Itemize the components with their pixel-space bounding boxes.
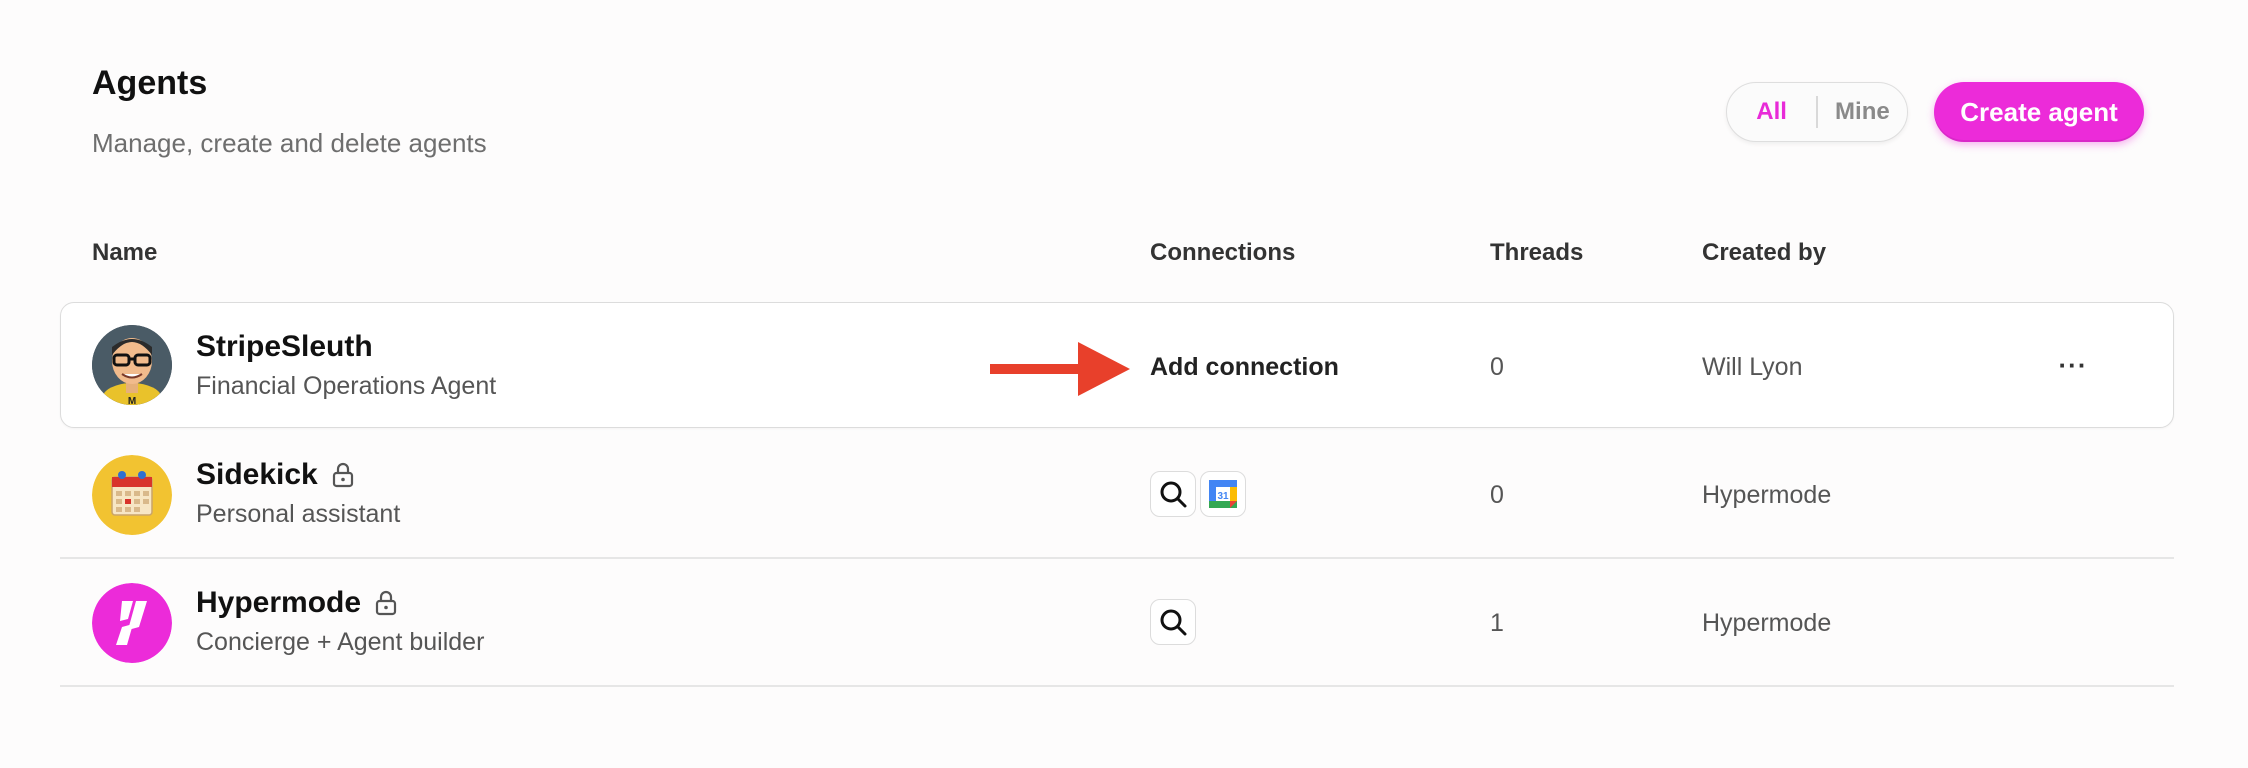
connection-google-calendar[interactable]: 31 — [1200, 471, 1246, 517]
agent-description: Concierge + Agent builder — [196, 628, 485, 656]
lock-icon — [332, 462, 353, 488]
stripesleuth-avatar: M — [92, 325, 172, 405]
created-by: Hypermode — [1702, 609, 1832, 637]
red-arrow-annotation — [990, 342, 1130, 396]
agent-name[interactable]: Hypermode — [196, 586, 397, 620]
lock-icon — [375, 590, 397, 616]
hypermode-avatar — [92, 583, 172, 663]
calendar-day-number: 31 — [1217, 491, 1229, 502]
svg-text:M: M — [128, 396, 136, 405]
filter-mine-button[interactable]: Mine — [1818, 98, 1907, 126]
connection-search[interactable] — [1150, 471, 1196, 517]
row-divider — [60, 557, 2174, 559]
created-by: Hypermode — [1702, 481, 1832, 509]
agent-description: Financial Operations Agent — [196, 372, 497, 400]
sidekick-avatar — [92, 455, 172, 535]
row-divider — [60, 685, 2174, 687]
page-subtitle: Manage, create and delete agents — [92, 128, 487, 158]
connection-search[interactable] — [1150, 599, 1196, 645]
column-header-threads: Threads — [1490, 239, 1584, 266]
filter-all-button[interactable]: All — [1727, 98, 1816, 126]
column-header-connections: Connections — [1150, 239, 1296, 266]
page-title: Agents — [92, 64, 208, 102]
agent-name-text[interactable]: StripeSleuth — [196, 330, 373, 364]
create-agent-button[interactable]: Create agent — [1934, 82, 2144, 142]
agent-description: Personal assistant — [196, 500, 401, 528]
agent-name-text[interactable]: Sidekick — [196, 458, 318, 492]
search-icon — [1160, 481, 1187, 508]
search-icon — [1160, 609, 1187, 636]
ellipsis-icon: ··· — [2058, 350, 2088, 380]
add-connection-link[interactable]: Add connection — [1150, 353, 1339, 382]
agent-name[interactable]: Sidekick — [196, 458, 354, 492]
agent-name-text[interactable]: Hypermode — [196, 586, 361, 620]
created-by: Will Lyon — [1702, 353, 1803, 381]
column-header-created-by: Created by — [1702, 239, 1827, 266]
more-options-button[interactable]: ··· — [2058, 350, 2088, 380]
agent-name[interactable]: StripeSleuth — [196, 330, 373, 364]
google-calendar-icon: 31 — [1209, 480, 1237, 508]
thread-count: 0 — [1490, 481, 1504, 509]
thread-count: 0 — [1490, 353, 1504, 381]
ownership-filter: All Mine — [1726, 82, 1908, 142]
thread-count: 1 — [1490, 609, 1504, 637]
column-header-name: Name — [92, 239, 158, 266]
